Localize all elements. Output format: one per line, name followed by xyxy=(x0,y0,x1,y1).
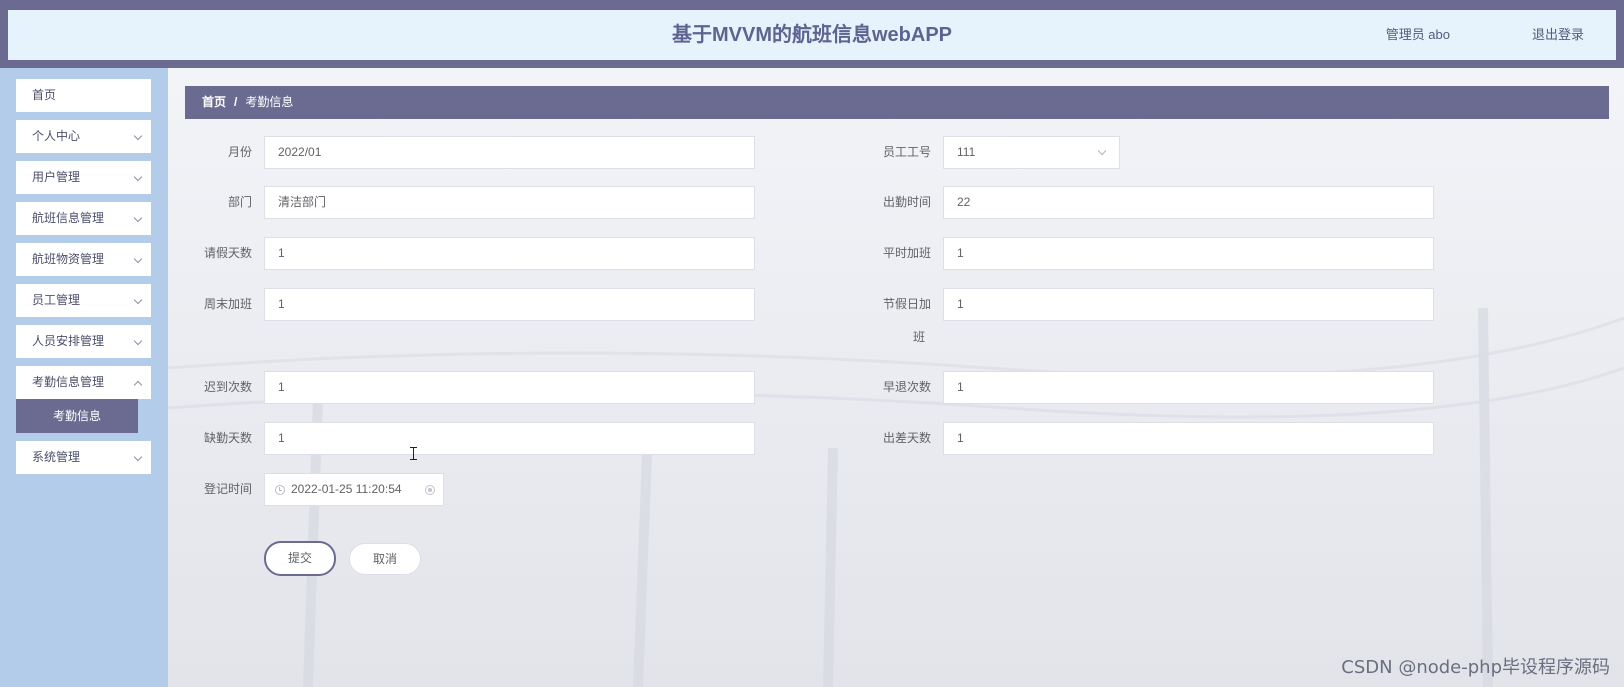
sidebar-item-home[interactable]: 首页 xyxy=(16,79,151,112)
sidebar-item-system-management[interactable]: 系统管理 xyxy=(16,441,151,474)
sidebar-item-label: 系统管理 xyxy=(32,450,81,464)
employee-no-value: 111 xyxy=(957,145,976,159)
weekday-overtime-label: 平时加班 xyxy=(882,246,931,260)
register-time-label: 登记时间 xyxy=(203,482,252,496)
holiday-overtime-label: 节假日加 xyxy=(882,297,931,311)
register-time-value: 2022-01-25 11:20:54 xyxy=(291,482,402,496)
sidebar-item-personal-center[interactable]: 个人中心 xyxy=(16,120,151,153)
chevron-down-icon xyxy=(133,131,143,141)
watermark: CSDN @node-php毕设程序源码 xyxy=(1341,657,1610,678)
chevron-down-icon xyxy=(133,452,143,462)
leave-days-input[interactable]: 1 xyxy=(264,237,755,270)
chevron-down-icon xyxy=(1097,146,1107,156)
sidebar-item-label: 用户管理 xyxy=(32,170,81,184)
business-trip-days-label: 出差天数 xyxy=(882,431,931,445)
sidebar-item-label: 考勤信息管理 xyxy=(32,375,105,389)
month-label: 月份 xyxy=(227,145,252,159)
breadcrumb-separator: / xyxy=(234,95,238,109)
chevron-down-icon xyxy=(133,172,143,182)
breadcrumb-current: 考勤信息 xyxy=(245,95,294,109)
chevron-down-icon xyxy=(133,254,143,264)
header-panel: 基于MVVM的航班信息webAPP 管理员 abo 退出登录 xyxy=(8,10,1616,60)
employee-no-label: 员工工号 xyxy=(882,145,931,159)
early-leave-count-input[interactable]: 1 xyxy=(943,371,1434,404)
sidebar: 首页 个人中心 用户管理 航班信息管理 航班物资管理 员工管理 人员安排管理 考… xyxy=(0,68,168,687)
absence-days-label: 缺勤天数 xyxy=(203,431,252,445)
chevron-down-icon xyxy=(133,336,143,346)
absence-days-input[interactable]: 1 xyxy=(264,422,755,455)
sidebar-item-label: 个人中心 xyxy=(32,129,81,143)
chevron-down-icon xyxy=(133,213,143,223)
sidebar-subitem-attendance-info[interactable]: 考勤信息 xyxy=(16,399,138,433)
month-input[interactable]: 2022/01 xyxy=(264,136,755,169)
clock-icon xyxy=(275,485,285,495)
chevron-up-icon xyxy=(133,380,143,390)
app-title: 基于MVVM的航班信息webAPP xyxy=(671,24,953,46)
late-count-label: 迟到次数 xyxy=(203,380,252,394)
breadcrumb: 首页 / 考勤信息 xyxy=(185,86,1609,119)
business-trip-days-input[interactable]: 1 xyxy=(943,422,1434,455)
register-time-picker[interactable]: 2022-01-25 11:20:54 xyxy=(264,473,444,506)
sidebar-item-staff-scheduling[interactable]: 人员安排管理 xyxy=(16,325,151,358)
sidebar-item-flight-info[interactable]: 航班信息管理 xyxy=(16,202,151,235)
department-label: 部门 xyxy=(227,195,252,209)
sidebar-item-employee-management[interactable]: 员工管理 xyxy=(16,284,151,317)
sidebar-item-label: 航班物资管理 xyxy=(32,252,105,266)
clear-icon[interactable] xyxy=(425,485,435,495)
submit-button[interactable]: 提交 xyxy=(264,541,336,576)
chevron-down-icon xyxy=(133,295,143,305)
main-content: 首页 / 考勤信息 月份 2022/01 员工工号 111 部门 清洁部门 出勤时间… xyxy=(168,68,1624,687)
weekday-overtime-input[interactable]: 1 xyxy=(943,237,1434,270)
weekend-overtime-input[interactable]: 1 xyxy=(264,288,755,321)
logout-link[interactable]: 退出登录 xyxy=(1532,10,1584,60)
cancel-button[interactable]: 取消 xyxy=(349,543,421,575)
department-input[interactable]: 清洁部门 xyxy=(264,186,755,219)
breadcrumb-home[interactable]: 首页 xyxy=(202,95,226,109)
attendance-time-input[interactable]: 22 xyxy=(943,186,1434,219)
sidebar-item-flight-supplies[interactable]: 航班物资管理 xyxy=(16,243,151,276)
sidebar-item-label: 员工管理 xyxy=(32,293,81,307)
attendance-time-label: 出勤时间 xyxy=(882,195,931,209)
weekend-overtime-label: 周末加班 xyxy=(203,297,252,311)
leave-days-label: 请假天数 xyxy=(203,246,252,260)
holiday-overtime-label-wrap: 班 xyxy=(912,330,925,344)
holiday-overtime-input[interactable]: 1 xyxy=(943,288,1434,321)
sidebar-item-user-management[interactable]: 用户管理 xyxy=(16,161,151,194)
sidebar-item-attendance-management[interactable]: 考勤信息管理 xyxy=(16,366,151,399)
text-cursor-icon xyxy=(410,447,417,460)
sidebar-item-label: 首页 xyxy=(32,88,57,102)
sidebar-item-label: 人员安排管理 xyxy=(32,334,105,348)
early-leave-count-label: 早退次数 xyxy=(882,380,931,394)
sidebar-item-label: 航班信息管理 xyxy=(32,211,105,225)
top-bar: 基于MVVM的航班信息webAPP 管理员 abo 退出登录 xyxy=(0,0,1624,68)
employee-no-select[interactable]: 111 xyxy=(943,136,1120,169)
current-user: 管理员 abo xyxy=(1385,27,1450,42)
late-count-input[interactable]: 1 xyxy=(264,371,755,404)
